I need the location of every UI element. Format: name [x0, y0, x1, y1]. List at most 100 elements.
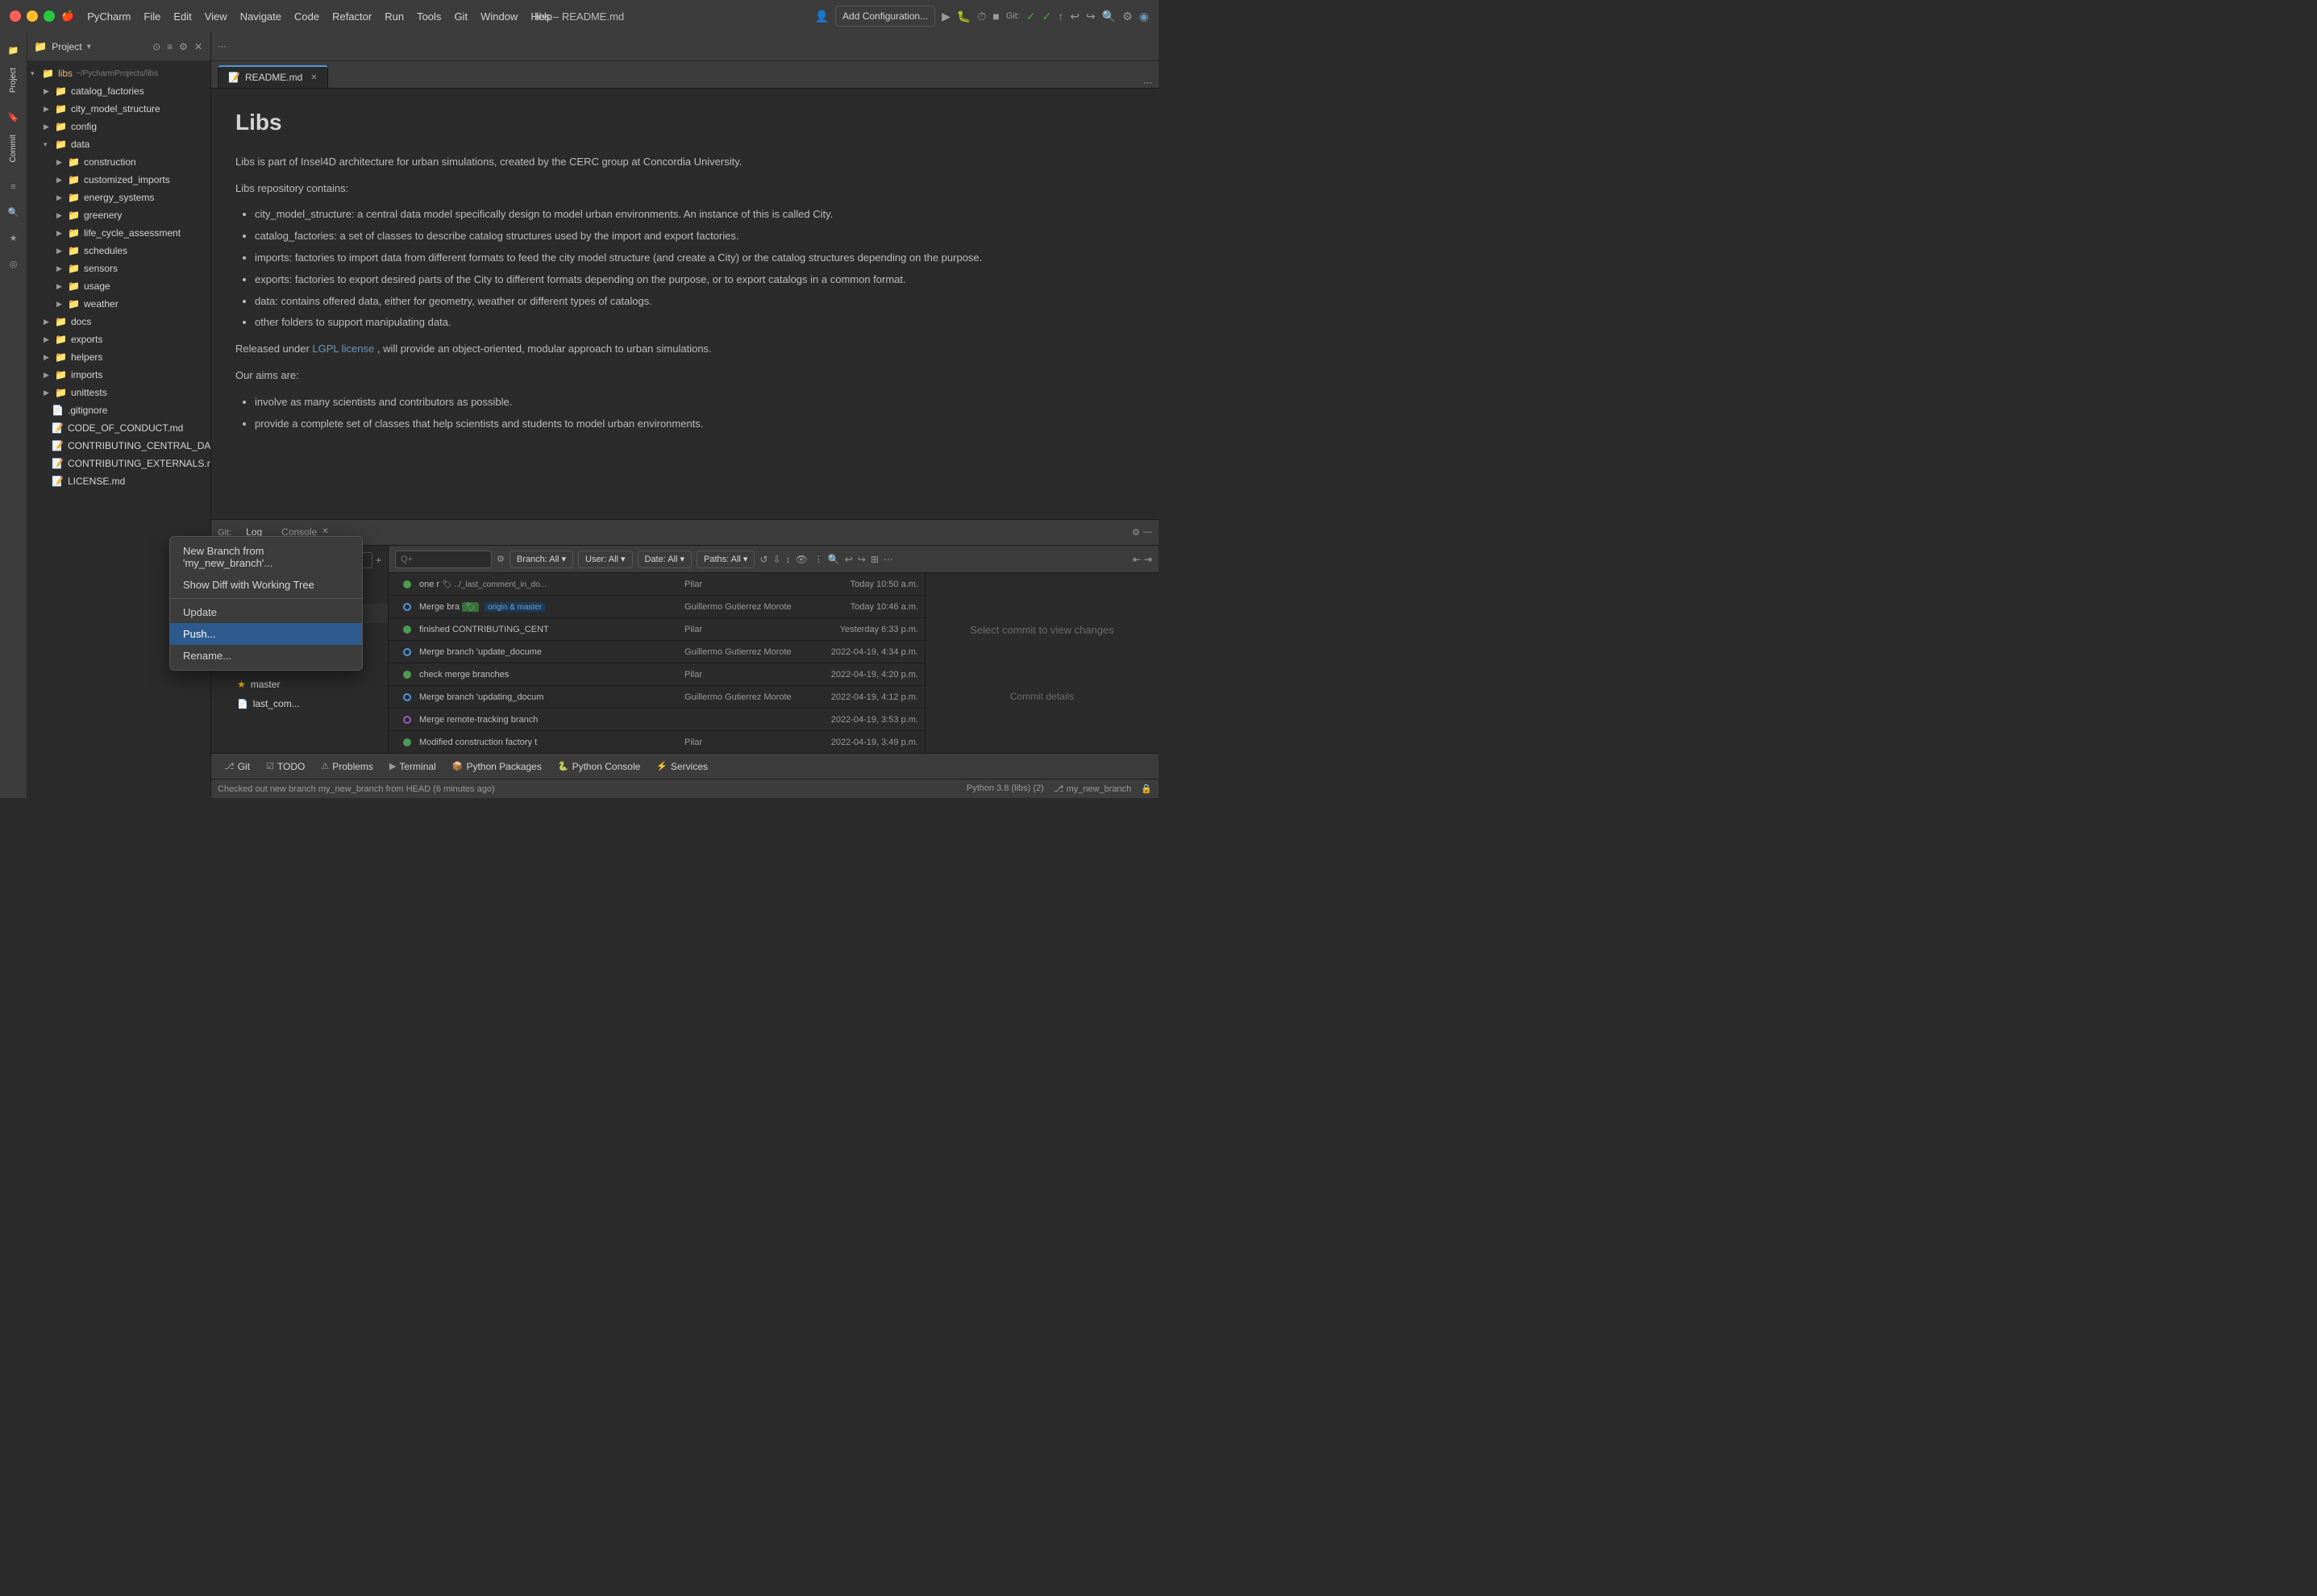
commit-row-7[interactable]: Modified construction factory t Pilar 20…: [389, 731, 925, 753]
tree-item-catalog[interactable]: ▶ 📁 catalog_factories: [27, 82, 210, 100]
panel-dropdown-icon[interactable]: ▾: [87, 41, 92, 52]
git-branch-layout-icon[interactable]: ⊞: [871, 554, 879, 565]
bookmark-icon[interactable]: 🔖: [2, 106, 25, 128]
git-expand-icon[interactable]: ⇤: [1133, 554, 1141, 565]
git-redo-icon[interactable]: ↪: [858, 554, 866, 565]
tree-item-usage[interactable]: ▶ 📁 usage: [27, 277, 210, 295]
ctx-rename[interactable]: Rename...: [170, 645, 362, 667]
menu-git[interactable]: Git: [454, 10, 468, 23]
fullscreen-button[interactable]: [44, 10, 55, 22]
tree-item-config[interactable]: ▶ 📁 config: [27, 118, 210, 135]
git-date-filter[interactable]: Date: All ▾: [638, 551, 693, 568]
tree-item-unittests[interactable]: ▶ 📁 unittests: [27, 384, 210, 401]
menu-pycharm[interactable]: PyCharm: [87, 10, 131, 23]
tree-item-schedules[interactable]: ▶ 📁 schedules: [27, 242, 210, 260]
tree-root-libs[interactable]: ▾ 📁 libs ~/PycharmProjects/libs: [27, 64, 210, 82]
git-merge-icon[interactable]: ✓: [1042, 10, 1052, 23]
menu-apple[interactable]: 🍎: [61, 10, 74, 23]
tab-readme[interactable]: 📝 README.md ✕: [218, 65, 328, 88]
minimize-button[interactable]: [27, 10, 38, 22]
tree-item-contributing-central[interactable]: 📝 CONTRIBUTING_CENTRAL_DATA_MODEL.md: [27, 437, 210, 455]
bookmark-side-icon[interactable]: ★: [2, 227, 25, 250]
stop-icon[interactable]: ■: [992, 10, 999, 23]
debug-icon[interactable]: 🐛: [957, 10, 971, 23]
git-add-icon[interactable]: +: [376, 555, 381, 566]
settings-icon[interactable]: ⚙: [1122, 10, 1133, 23]
menu-navigate[interactable]: Navigate: [240, 10, 281, 23]
add-configuration-button[interactable]: Add Configuration...: [835, 6, 935, 27]
git-push-icon[interactable]: ↑: [1058, 10, 1063, 23]
tree-item-greenery[interactable]: ▶ 📁 greenery: [27, 206, 210, 224]
git-undo-icon[interactable]: ↩: [845, 554, 853, 565]
menu-refactor[interactable]: Refactor: [332, 10, 372, 23]
tree-item-gitignore[interactable]: 📄 .gitignore: [27, 401, 210, 419]
menu-edit[interactable]: Edit: [173, 10, 191, 23]
tab-overflow-icon[interactable]: ⋯: [1143, 76, 1152, 88]
search-icon[interactable]: 🔍: [1102, 10, 1116, 23]
git-origin-master[interactable]: ★ master: [211, 675, 388, 694]
tree-item-lifecycle[interactable]: ▶ 📁 life_cycle_assessment: [27, 224, 210, 242]
git-funnel-icon[interactable]: ⋯: [884, 554, 893, 565]
avatar-icon[interactable]: 👤: [815, 10, 829, 23]
tree-item-license[interactable]: 📝 LICENSE.md: [27, 472, 210, 490]
git-check-icon[interactable]: ✓: [1026, 10, 1036, 23]
profile-avatar-icon[interactable]: ◉: [1139, 10, 1149, 23]
panel-scope-icon[interactable]: ⊙: [151, 39, 162, 54]
tree-item-helpers[interactable]: ▶ 📁 helpers: [27, 348, 210, 366]
ctx-new-branch[interactable]: New Branch from 'my_new_branch'...: [170, 540, 362, 574]
tree-item-imports[interactable]: ▶ 📁 imports: [27, 366, 210, 384]
panel-collapse-icon[interactable]: ≡: [165, 39, 174, 54]
commit-row-2[interactable]: finished CONTRIBUTING_CENT Pilar Yesterd…: [389, 618, 925, 641]
commit-row-5[interactable]: Merge branch 'updating_docum Guillermo G…: [389, 686, 925, 709]
menu-view[interactable]: View: [205, 10, 227, 23]
ctx-show-diff[interactable]: Show Diff with Working Tree: [170, 574, 362, 596]
tree-item-weather[interactable]: ▶ 📁 weather: [27, 295, 210, 313]
commit-row-0[interactable]: one r 🏷 ../_last_comment_in_do... Pilar …: [389, 573, 925, 596]
btool-services[interactable]: ⚡ Services: [650, 756, 714, 777]
license-link[interactable]: LGPL license: [312, 343, 374, 355]
commit-row-4[interactable]: check merge branches Pilar 2022-04-19, 4…: [389, 663, 925, 686]
tree-item-customized[interactable]: ▶ 📁 customized_imports: [27, 171, 210, 189]
menu-run[interactable]: Run: [385, 10, 404, 23]
commit-row-6[interactable]: Merge remote-tracking branch 2022-04-19,…: [389, 709, 925, 731]
btool-python-packages[interactable]: 📦 Python Packages: [446, 756, 548, 777]
tree-item-contributing-ext[interactable]: 📝 CONTRIBUTING_EXTERNALS.md: [27, 455, 210, 472]
panel-settings-icon[interactable]: ⚙: [177, 39, 189, 54]
menu-tools[interactable]: Tools: [417, 10, 441, 23]
commit-row-1[interactable]: Merge bra 🏷 origin & master Guillermo Gu…: [389, 596, 925, 618]
git-eye-icon[interactable]: 👁: [796, 554, 808, 565]
close-button[interactable]: [10, 10, 21, 22]
tree-item-energy[interactable]: ▶ 📁 energy_systems: [27, 189, 210, 206]
git-sort-icon[interactable]: ↕: [786, 554, 791, 565]
btool-python-console[interactable]: 🐍 Python Console: [551, 756, 647, 777]
btool-git[interactable]: ⎇ Git: [218, 756, 256, 777]
commit-label[interactable]: Commit: [9, 131, 18, 165]
panel-minimize-icon[interactable]: ✕: [193, 39, 204, 54]
structure-icon[interactable]: ≡: [2, 176, 25, 198]
tree-item-construction[interactable]: ▶ 📁 construction: [27, 153, 210, 171]
git-branch-filter[interactable]: Branch: All ▾: [510, 551, 573, 568]
tree-item-data[interactable]: ▾ 📁 data: [27, 135, 210, 153]
git-user-filter[interactable]: User: All ▾: [578, 551, 633, 568]
tree-item-exports[interactable]: ▶ 📁 exports: [27, 330, 210, 348]
tab-close-icon[interactable]: ✕: [310, 73, 317, 82]
git-collapse-icon[interactable]: ⇥: [1144, 554, 1152, 565]
ctx-update[interactable]: Update: [170, 601, 362, 623]
btool-problems[interactable]: ⚠ Problems: [314, 756, 380, 777]
tree-item-citymodel[interactable]: ▶ 📁 city_model_structure: [27, 100, 210, 118]
menu-window[interactable]: Window: [480, 10, 518, 23]
git-settings-icon[interactable]: ⚙: [1132, 527, 1140, 538]
console-tab-close[interactable]: ✕: [322, 527, 328, 536]
undo-icon[interactable]: ↩: [1070, 10, 1079, 23]
git-fetch-icon[interactable]: ⇩: [772, 554, 780, 565]
project-label[interactable]: Project: [9, 64, 18, 96]
commit-row-3[interactable]: Merge branch 'update_docume Guillermo Gu…: [389, 641, 925, 663]
btool-todo[interactable]: ☑ TODO: [260, 756, 311, 777]
search-panel-icon[interactable]: 🔍: [2, 202, 25, 224]
menu-file[interactable]: File: [144, 10, 160, 23]
ctx-push[interactable]: Push...: [170, 623, 362, 645]
tree-item-sensors[interactable]: ▶ 📁 sensors: [27, 260, 210, 277]
redo-icon[interactable]: ↪: [1086, 10, 1096, 23]
tree-item-conduct[interactable]: 📝 CODE_OF_CONDUCT.md: [27, 419, 210, 437]
menu-code[interactable]: Code: [294, 10, 319, 23]
